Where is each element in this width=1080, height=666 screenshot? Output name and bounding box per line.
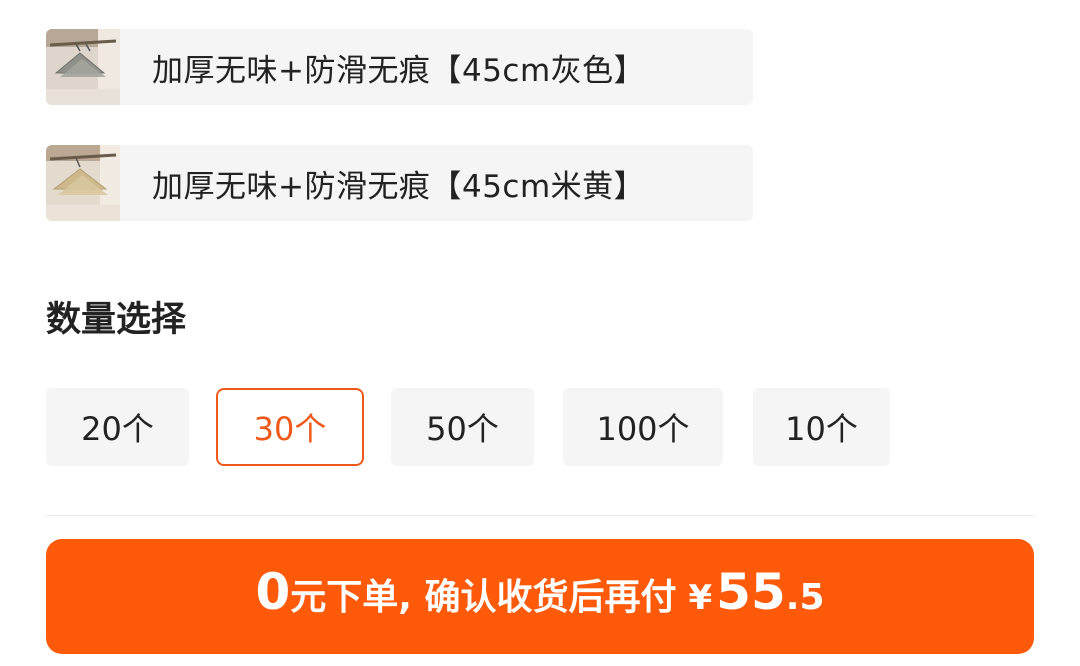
beige-hanger-thumbnail: [46, 145, 120, 221]
cta-text: 元下单, 确认收货后再付: [290, 577, 677, 618]
quantity-option-10[interactable]: 10个: [753, 388, 890, 466]
variant-option-beige[interactable]: 加厚无味+防滑无痕【45cm米黄】: [46, 145, 753, 221]
quantity-option-30-selected[interactable]: 30个: [216, 388, 364, 466]
divider: [46, 515, 1034, 516]
place-order-button[interactable]: 0 元下单, 确认收货后再付 ¥ 55 .5: [46, 539, 1034, 654]
quantity-option-50[interactable]: 50个: [391, 388, 534, 466]
variant-option-gray[interactable]: 加厚无味+防滑无痕【45cm灰色】: [46, 29, 753, 105]
variant-label: 加厚无味+防滑无痕【45cm米黄】: [152, 168, 646, 205]
currency-symbol: ¥: [688, 578, 713, 618]
price-integer: 55: [716, 563, 786, 621]
quantity-option-20[interactable]: 20个: [46, 388, 189, 466]
quantity-option-100[interactable]: 100个: [563, 388, 723, 466]
gray-hanger-thumbnail: [46, 29, 120, 105]
variant-label: 加厚无味+防滑无痕【45cm灰色】: [152, 52, 646, 89]
cta-zero: 0: [255, 563, 291, 621]
quantity-section-title: 数量选择: [46, 300, 187, 340]
price-decimal: .5: [785, 577, 825, 618]
